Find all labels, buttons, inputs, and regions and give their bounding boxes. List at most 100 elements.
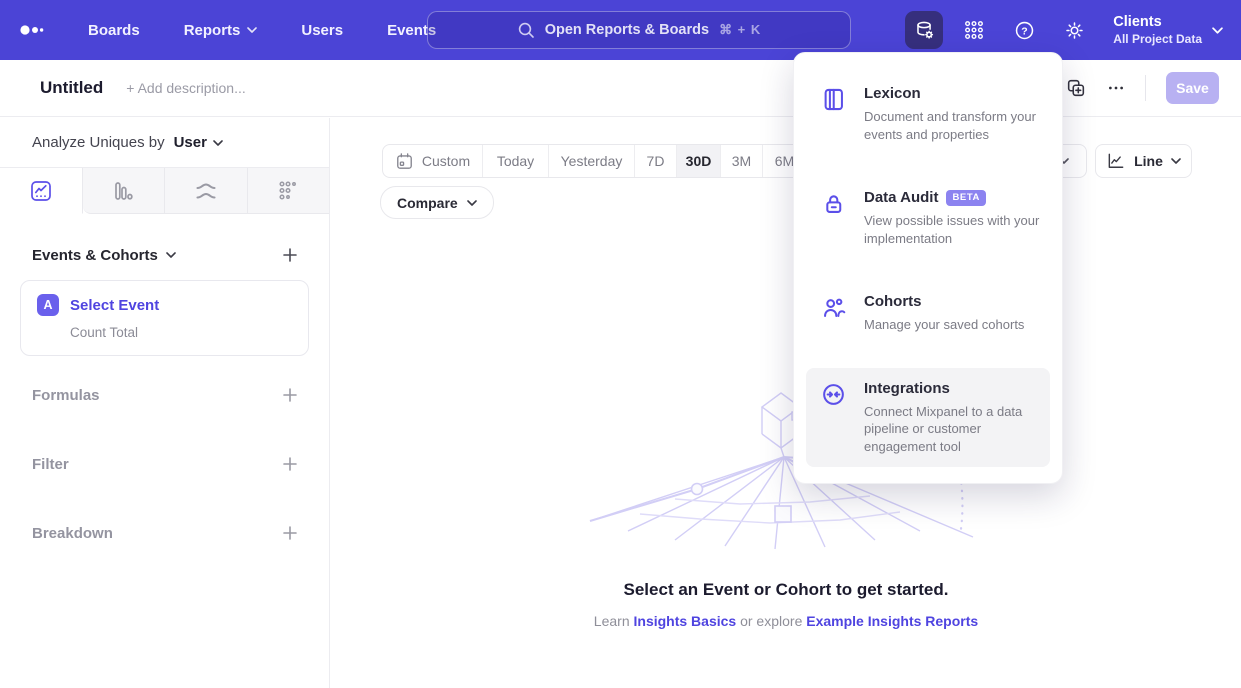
mixpanel-logo[interactable] bbox=[18, 15, 48, 45]
event-letter-badge: A bbox=[37, 294, 59, 316]
menu-item-desc: Connect Mixpanel to a data pipeline or c… bbox=[864, 403, 1040, 456]
nav-item-boards[interactable]: Boards bbox=[88, 22, 140, 39]
header-controls: Save bbox=[1065, 72, 1219, 104]
menu-item-title: Integrations bbox=[864, 380, 950, 397]
data-management-icon bbox=[913, 19, 936, 42]
help-button[interactable]: ? bbox=[1005, 11, 1043, 49]
org-name: Clients bbox=[1113, 14, 1202, 30]
select-event-button[interactable]: Select Event bbox=[70, 297, 159, 314]
tab-line-chart[interactable] bbox=[0, 168, 83, 214]
breakdown-section: Breakdown bbox=[0, 524, 329, 542]
more-menu-icon bbox=[1107, 79, 1125, 97]
event-card[interactable]: A Select Event Count Total bbox=[20, 280, 309, 356]
add-event-button[interactable] bbox=[281, 246, 299, 264]
svg-text:?: ? bbox=[1021, 25, 1027, 37]
help-icon: ? bbox=[1013, 19, 1036, 42]
metrics-grid-tab-icon bbox=[276, 179, 300, 203]
tab-flow-chart[interactable] bbox=[165, 168, 248, 214]
query-builder-sidebar: Analyze Uniques by User bbox=[0, 118, 330, 688]
analyze-label: Analyze Uniques by bbox=[32, 134, 165, 151]
chevron-down-icon bbox=[166, 252, 176, 258]
formulas-label: Formulas bbox=[32, 387, 100, 404]
chevron-down-icon bbox=[1212, 27, 1223, 34]
duplicate-icon bbox=[1065, 77, 1087, 99]
nav-item-reports[interactable]: Reports bbox=[184, 22, 258, 39]
breakdown-label: Breakdown bbox=[32, 525, 113, 542]
menu-item-title: Lexicon bbox=[864, 85, 921, 102]
search-icon bbox=[517, 21, 535, 39]
chevron-down-icon bbox=[467, 200, 477, 206]
menu-item-desc: View possible issues with your implement… bbox=[864, 212, 1040, 247]
data-management-dropdown: Lexicon Document and transform your even… bbox=[793, 52, 1063, 484]
search-placeholder: Open Reports & Boards bbox=[545, 22, 709, 38]
add-filter-button[interactable] bbox=[281, 455, 299, 473]
add-description-field[interactable]: + Add description... bbox=[126, 80, 245, 96]
events-cohorts-header: Events & Cohorts bbox=[0, 246, 329, 264]
report-title[interactable]: Untitled bbox=[40, 78, 103, 98]
lexicon-book-icon bbox=[820, 86, 847, 113]
integrations-icon bbox=[820, 381, 847, 408]
filter-section: Filter bbox=[0, 455, 329, 473]
apps-grid-button[interactable] bbox=[955, 11, 993, 49]
formulas-section: Formulas bbox=[0, 386, 329, 404]
event-metric-dropdown[interactable]: Count Total bbox=[70, 325, 292, 340]
nav-item-users[interactable]: Users bbox=[301, 22, 343, 39]
insights-basics-link[interactable]: Insights Basics bbox=[634, 613, 737, 629]
duplicate-button[interactable] bbox=[1065, 77, 1087, 99]
top-nav: Boards Reports Users Events Open Reports… bbox=[0, 0, 1241, 60]
range-today[interactable]: Today bbox=[483, 145, 549, 177]
bar-chart-tab-icon bbox=[111, 179, 135, 203]
empty-state-subtitle: Learn Insights Basics or explore Example… bbox=[331, 613, 1241, 629]
apps-grid-icon bbox=[963, 19, 985, 41]
more-menu-button[interactable] bbox=[1107, 79, 1125, 97]
menu-item-lexicon[interactable]: Lexicon Document and transform your even… bbox=[806, 73, 1050, 155]
range-30d[interactable]: 30D bbox=[677, 145, 721, 177]
settings-button[interactable] bbox=[1055, 11, 1093, 49]
filter-label: Filter bbox=[32, 456, 69, 473]
chevron-down-icon bbox=[247, 27, 257, 33]
beta-badge: BETA bbox=[946, 190, 986, 206]
report-canvas: Custom Today Yesterday 7D 30D 3M 6M 12M … bbox=[331, 118, 1241, 688]
header-divider bbox=[1145, 75, 1146, 101]
menu-item-title: Cohorts bbox=[864, 293, 922, 310]
menu-item-title: Data Audit bbox=[864, 189, 938, 206]
menu-item-desc: Manage your saved cohorts bbox=[864, 316, 1040, 334]
nav-right-controls: ? Clients All Project Data bbox=[905, 11, 1223, 49]
chart-type-dropdown[interactable]: Line bbox=[1095, 144, 1192, 178]
compare-dropdown[interactable]: Compare bbox=[380, 186, 494, 219]
search-shortcut: ⌘ + K bbox=[719, 22, 761, 38]
chevron-down-icon bbox=[1171, 158, 1181, 164]
plus-icon bbox=[281, 524, 299, 542]
chart-type-tabs bbox=[0, 168, 329, 214]
empty-state-title: Select an Event or Cohort to get started… bbox=[331, 580, 1241, 600]
example-reports-link[interactable]: Example Insights Reports bbox=[806, 613, 978, 629]
chevron-down-icon bbox=[213, 140, 223, 146]
plus-icon bbox=[281, 386, 299, 404]
menu-item-cohorts[interactable]: Cohorts Manage your saved cohorts bbox=[806, 281, 1050, 346]
line-chart-icon bbox=[1106, 151, 1126, 171]
global-search-input[interactable]: Open Reports & Boards ⌘ + K bbox=[427, 11, 851, 49]
tab-bar-chart[interactable] bbox=[83, 168, 166, 214]
events-cohorts-dropdown[interactable]: Events & Cohorts bbox=[32, 247, 176, 264]
project-name: All Project Data bbox=[1113, 32, 1202, 46]
plus-icon bbox=[281, 455, 299, 473]
add-formula-button[interactable] bbox=[281, 386, 299, 404]
menu-item-desc: Document and transform your events and p… bbox=[864, 108, 1040, 143]
menu-item-data-audit[interactable]: Data Audit BETA View possible issues wit… bbox=[806, 177, 1050, 259]
project-selector[interactable]: Clients All Project Data bbox=[1113, 14, 1223, 46]
analyze-by-dropdown[interactable]: User bbox=[174, 134, 223, 151]
range-yesterday[interactable]: Yesterday bbox=[549, 145, 635, 177]
range-7d[interactable]: 7D bbox=[635, 145, 677, 177]
cohorts-people-icon bbox=[820, 294, 847, 321]
tab-metrics-grid[interactable] bbox=[248, 168, 330, 214]
data-management-button[interactable] bbox=[905, 11, 943, 49]
plus-icon bbox=[281, 246, 299, 264]
range-3m[interactable]: 3M bbox=[721, 145, 763, 177]
data-audit-icon bbox=[820, 190, 847, 217]
save-button[interactable]: Save bbox=[1166, 72, 1219, 104]
nav-menu: Boards Reports Users Events bbox=[88, 22, 436, 39]
line-chart-tab-icon bbox=[29, 179, 53, 203]
menu-item-integrations[interactable]: Integrations Connect Mixpanel to a data … bbox=[806, 368, 1050, 468]
add-breakdown-button[interactable] bbox=[281, 524, 299, 542]
range-custom[interactable]: Custom bbox=[383, 145, 483, 177]
